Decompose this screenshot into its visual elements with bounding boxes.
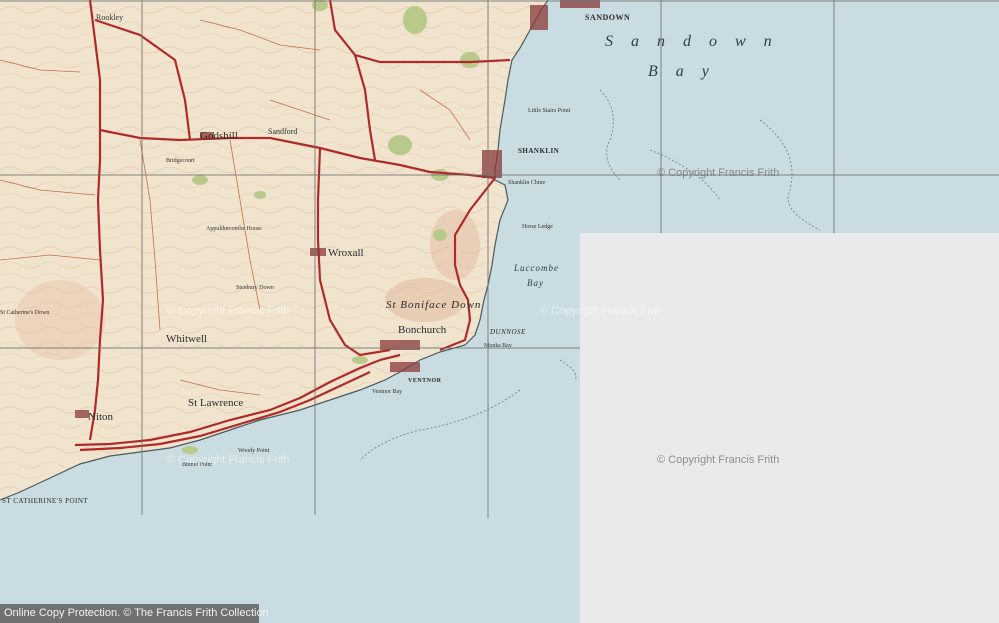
watermark-2: © Copyright Francis Frith (657, 454, 780, 466)
label-luccombe-bay-line2: Bay (527, 278, 544, 288)
copyright-footer: Online Copy Protection. © The Francis Fr… (0, 604, 269, 623)
label-dunnose: DUNNOSE (490, 328, 526, 336)
label-sandford: Sandford (268, 127, 298, 136)
label-little-stairs-point: Little Stairs Point (528, 108, 571, 114)
label-st-catherines-point: ST CATHERINE'S POINT (2, 497, 89, 505)
blank-tile (580, 233, 999, 623)
map-canvas[interactable] (0, 0, 999, 623)
label-horse-ledge: Horse Ledge (522, 224, 553, 230)
watermark-5: © Copyright Francis Frith (540, 305, 663, 317)
label-sandown-bay-line2: Bay (648, 63, 727, 80)
label-st-catherines-down: St Catherine's Down (0, 310, 50, 316)
label-appuldurcombe: Appuldurcombe House (206, 226, 262, 232)
label-stenbury-down: Stenbury Down (236, 285, 274, 291)
watermark-4: © Copyright Francis Frith (167, 454, 290, 466)
label-shanklin: SHANKLIN (518, 147, 560, 155)
label-monks-bay: Monks Bay (484, 343, 512, 349)
label-godshill: Godshill (200, 130, 238, 142)
label-sandown-bay-line1: Sandown (605, 33, 790, 50)
watermark-3: © Copyright Francis Frith (167, 305, 290, 317)
blank-tile-lower-left (488, 518, 580, 623)
label-rookley: Rookley (96, 13, 124, 22)
label-whitwell: Whitwell (166, 333, 207, 345)
label-bridgecourt: Bridgecourt (166, 158, 195, 164)
watermark-1: © Copyright Francis Frith (657, 167, 780, 179)
label-luccombe-bay-line1: Luccombe (514, 263, 559, 273)
label-wroxall: Wroxall (328, 247, 364, 259)
label-ventnor: VENTNOR (408, 378, 442, 384)
label-niton: Niton (88, 411, 114, 423)
label-st-boniface-down: St Boniface Down (386, 299, 482, 311)
label-sandown: SANDOWN (585, 13, 631, 22)
label-bonchurch: Bonchurch (398, 324, 447, 336)
label-ventnor-bay: Ventnor Bay (372, 389, 403, 395)
label-shanklin-chine: Shanklin Chine (508, 180, 546, 186)
label-st-lawrence: St Lawrence (188, 397, 244, 409)
